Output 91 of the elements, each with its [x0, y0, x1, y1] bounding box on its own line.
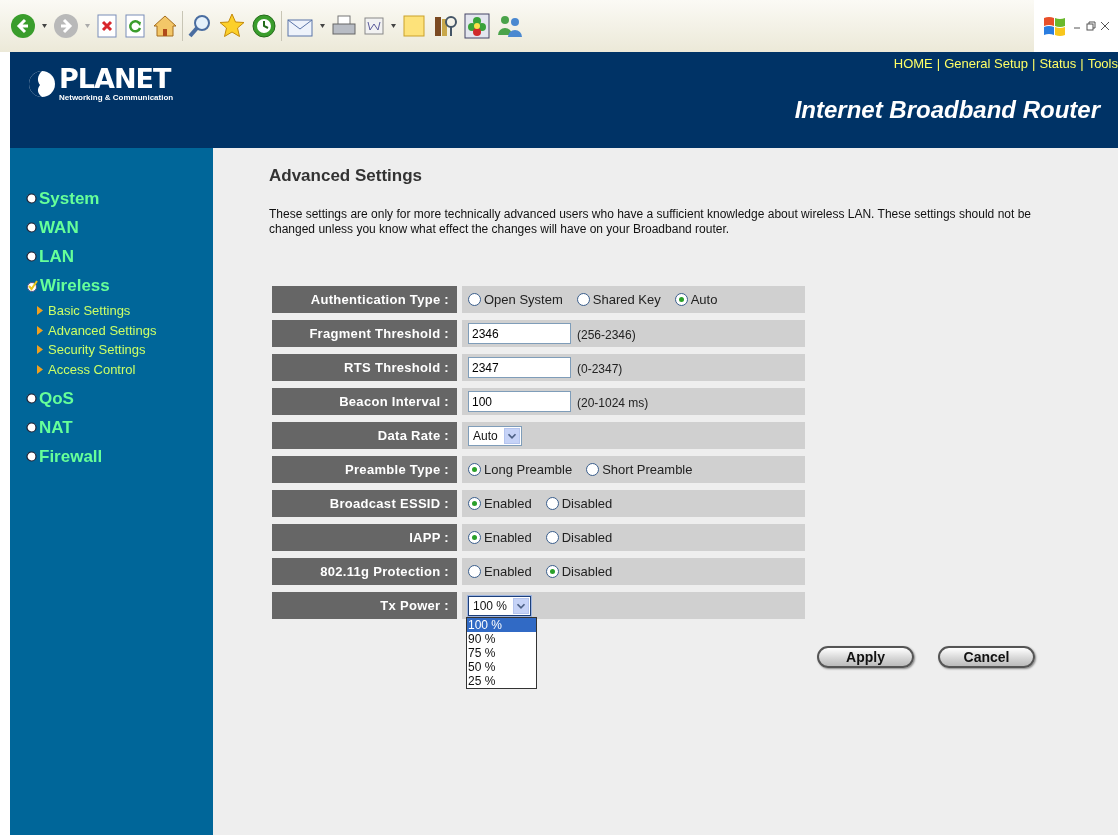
link-separator: | [1032, 56, 1036, 71]
field-label: Authentication Type : [272, 286, 457, 313]
dropdown[interactable]: Auto [468, 425, 522, 446]
field-label: Fragment Threshold : [272, 320, 457, 347]
logo-icon [28, 70, 56, 98]
action-button[interactable]: Cancel [938, 646, 1035, 668]
action-button[interactable]: Apply [817, 646, 914, 668]
option-label[interactable]: Short Preamble [602, 462, 693, 477]
restore-icon[interactable] [1086, 21, 1096, 31]
caret-icon [503, 427, 520, 444]
radio-button[interactable] [545, 531, 559, 544]
range-hint: (256-2346) [577, 328, 636, 342]
field-label: 802.11g Protection : [272, 558, 457, 585]
history-icon[interactable] [251, 13, 277, 39]
radio-button[interactable] [468, 497, 481, 510]
books-icon[interactable] [432, 13, 458, 39]
menu-item[interactable]: LAN [10, 242, 213, 271]
option-label[interactable]: Auto [690, 292, 718, 307]
text-field[interactable]: 2346 [468, 323, 571, 344]
star-icon[interactable] [219, 13, 245, 39]
submenu-item[interactable]: Security Settings [37, 340, 213, 360]
option-label[interactable]: Enabled [484, 564, 532, 579]
option-label[interactable]: Open System [484, 292, 563, 307]
logo-text: PLANET [59, 66, 172, 92]
page-title: Advanced Settings [269, 166, 424, 186]
field-label: Beacon Interval : [272, 388, 457, 415]
radio-button[interactable] [674, 293, 688, 306]
dropdown-option[interactable]: 90 % [467, 632, 536, 646]
radio-button[interactable] [468, 531, 481, 544]
radio-button[interactable] [468, 565, 481, 578]
submenu-item[interactable]: Advanced Settings [37, 320, 213, 340]
menu-item[interactable]: NAT [10, 413, 213, 442]
radio-button[interactable] [545, 497, 559, 510]
nav-link[interactable]: General Setup [944, 56, 1028, 71]
radio-button[interactable] [586, 463, 600, 476]
nav-link[interactable]: Tools [1087, 56, 1118, 71]
option-label[interactable]: Long Preamble [484, 462, 573, 477]
field-label: Broadcast ESSID : [272, 490, 457, 517]
dropdown-option[interactable]: 75 % [467, 646, 536, 660]
product-title: Internet Broadband Router [794, 96, 1100, 124]
menu-item[interactable]: System [10, 184, 213, 213]
dropdown[interactable]: 100 % [468, 595, 532, 616]
text-field[interactable]: 2347 [468, 357, 571, 378]
dropdown-option[interactable]: 50 % [467, 660, 536, 674]
description-text: These settings are only for more technically advanced users who have a sufficient knowledge about wireless LAN. These settings should not be changed unless you know what effect the changes will have on your Broadband router. [269, 207, 1032, 237]
submenu-item[interactable]: Basic Settings [37, 301, 213, 321]
refresh-icon[interactable] [124, 14, 146, 38]
people-icon[interactable] [496, 13, 524, 39]
radio-button[interactable] [545, 565, 559, 578]
close-icon[interactable] [1100, 21, 1110, 31]
link-separator: | [936, 56, 941, 71]
dropdown-option[interactable]: 25 % [467, 674, 536, 688]
dropdown-arrow-icon[interactable] [391, 24, 396, 28]
nav-link[interactable]: Status [1039, 56, 1077, 71]
stop-icon[interactable] [96, 14, 118, 38]
option-label[interactable]: Shared Key [592, 292, 661, 307]
option-label[interactable]: Enabled [484, 496, 532, 511]
text-field[interactable]: 100 [468, 391, 571, 412]
range-hint: (0-2347) [577, 362, 623, 376]
field-label: Preamble Type : [272, 456, 457, 483]
submenu-item[interactable]: Access Control [37, 359, 213, 379]
home-icon[interactable] [152, 14, 178, 38]
menu-item[interactable]: QoS [10, 384, 213, 413]
option-label[interactable]: Disabled [561, 496, 613, 511]
back-icon[interactable] [10, 13, 36, 39]
dropdown-arrow-icon[interactable] [42, 24, 47, 28]
radio-button[interactable] [468, 463, 481, 476]
logo-tagline: Networking & Communication [59, 93, 174, 102]
menu-item[interactable]: Wireless [10, 271, 213, 300]
link-separator: | [1080, 56, 1084, 71]
dropdown-option[interactable]: 100 % [467, 618, 536, 632]
nav-link[interactable]: HOME [893, 56, 933, 71]
caret-icon [513, 597, 530, 614]
printer-icon[interactable] [331, 14, 357, 38]
search-icon[interactable] [187, 13, 213, 39]
windows-logo-icon [1042, 14, 1068, 38]
field-label: IAPP : [272, 524, 457, 551]
range-hint: (20-1024 ms) [577, 396, 649, 410]
document-icon[interactable] [363, 15, 385, 37]
option-label[interactable]: Disabled [561, 564, 613, 579]
radio-button[interactable] [468, 293, 481, 306]
radio-button[interactable] [576, 293, 590, 306]
field-label: RTS Threshold : [272, 354, 457, 381]
option-label[interactable]: Enabled [484, 530, 532, 545]
dropdown-arrow-icon[interactable] [320, 24, 325, 28]
flower-icon[interactable] [464, 13, 490, 39]
menu-item[interactable]: WAN [10, 213, 213, 242]
option-label[interactable]: Disabled [561, 530, 613, 545]
field-label: Tx Power : [272, 592, 457, 619]
menu-item[interactable]: Firewall [10, 442, 213, 471]
field-label: Data Rate : [272, 422, 457, 449]
